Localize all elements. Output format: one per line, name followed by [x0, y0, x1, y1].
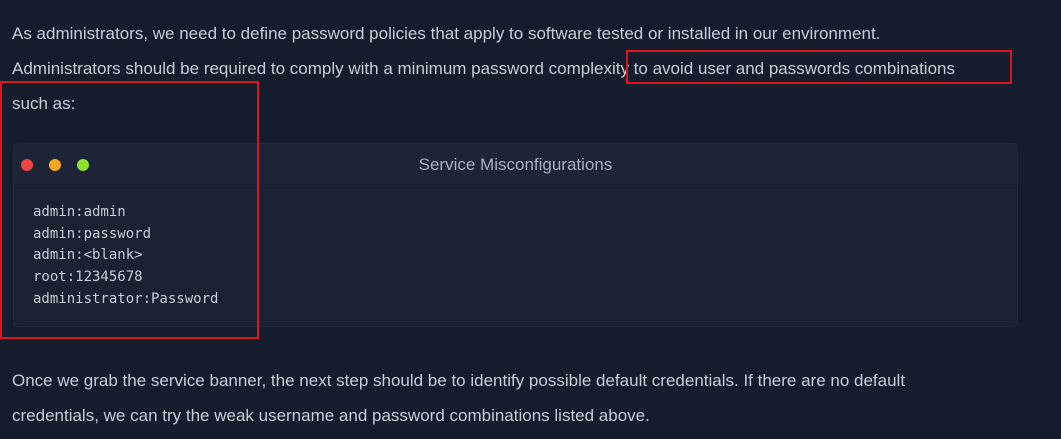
intro-paragraph: As administrators, we need to define pas…	[12, 16, 955, 121]
intro-line: Administrators should be required to com…	[12, 59, 955, 78]
credential-line: admin:password	[33, 225, 152, 242]
outro-line: Once we grab the service banner, the nex…	[12, 371, 906, 390]
code-window: Service Misconfigurations admin:admin ad…	[13, 143, 1018, 327]
credential-line: root:12345678	[33, 269, 143, 286]
content-page: As administrators, we need to define pas…	[0, 0, 1061, 439]
credential-line: administrator:Password	[33, 290, 219, 307]
code-window-header: Service Misconfigurations	[14, 144, 1017, 185]
credential-line: admin:<blank>	[33, 247, 143, 264]
outro-line: credentials, we can try the weak usernam…	[12, 406, 650, 425]
code-window-title: Service Misconfigurations	[418, 155, 613, 174]
intro-line: such as:	[12, 94, 76, 113]
intro-line: As administrators, we need to define pas…	[12, 24, 881, 43]
code-block: admin:admin admin:password admin:<blank>…	[33, 202, 218, 311]
credential-line: admin:admin	[33, 204, 126, 220]
outro-paragraph: Once we grab the service banner, the nex…	[12, 363, 905, 433]
